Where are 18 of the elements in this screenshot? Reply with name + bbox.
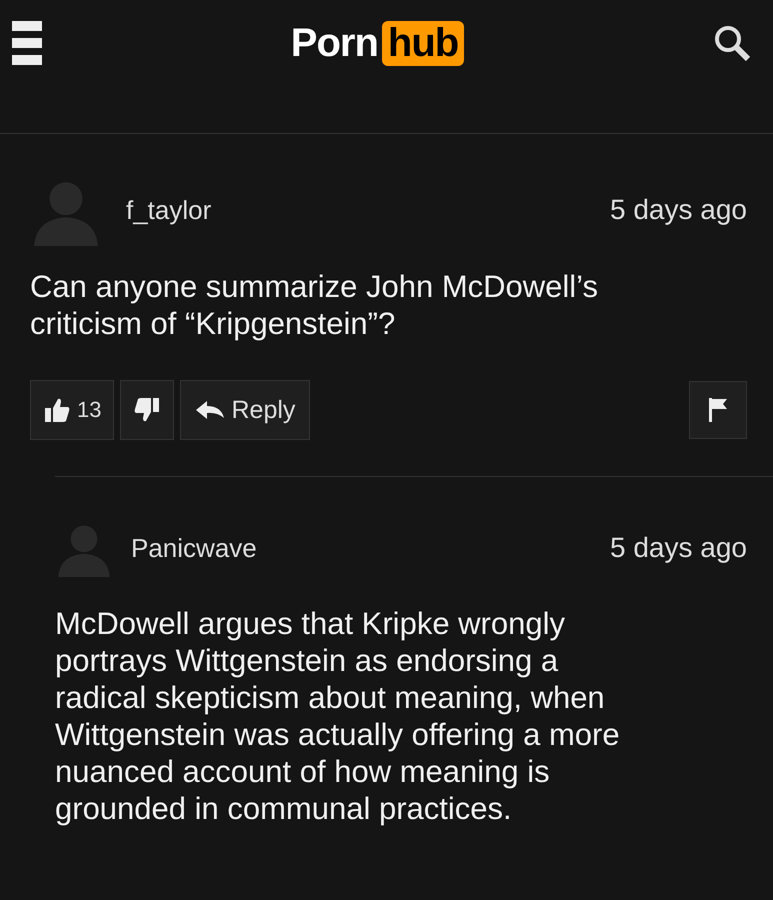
username[interactable]: Panicwave (131, 532, 257, 564)
logo-text: Porn (290, 20, 378, 66)
comment-text: Can anyone summarize John McDowell’s criticism of “Kripgenstein”? (30, 268, 600, 342)
comment-text: McDowell argues that Kripke wrongly portrays Wittgenstein as endorsing a radical skepticism about meaning, when Wittgenstein was actually offering a more nuanced account of how meaning is grounded in communal practices. (55, 605, 621, 827)
flag-button[interactable] (689, 381, 747, 439)
search-icon[interactable] (713, 24, 751, 62)
timestamp: 5 days ago (610, 194, 747, 226)
dislike-button[interactable] (120, 380, 174, 440)
menu-icon[interactable] (12, 21, 42, 65)
username[interactable]: f_taylor (126, 194, 212, 226)
timestamp: 5 days ago (610, 532, 747, 564)
reply-button[interactable]: Reply (180, 380, 310, 440)
logo-badge: hub (382, 20, 464, 66)
reply-arrow-icon (195, 400, 226, 420)
like-button[interactable]: 13 (30, 380, 114, 440)
flag-icon (707, 397, 729, 423)
thumbs-up-icon (43, 397, 71, 423)
thumbs-down-icon (133, 397, 162, 423)
